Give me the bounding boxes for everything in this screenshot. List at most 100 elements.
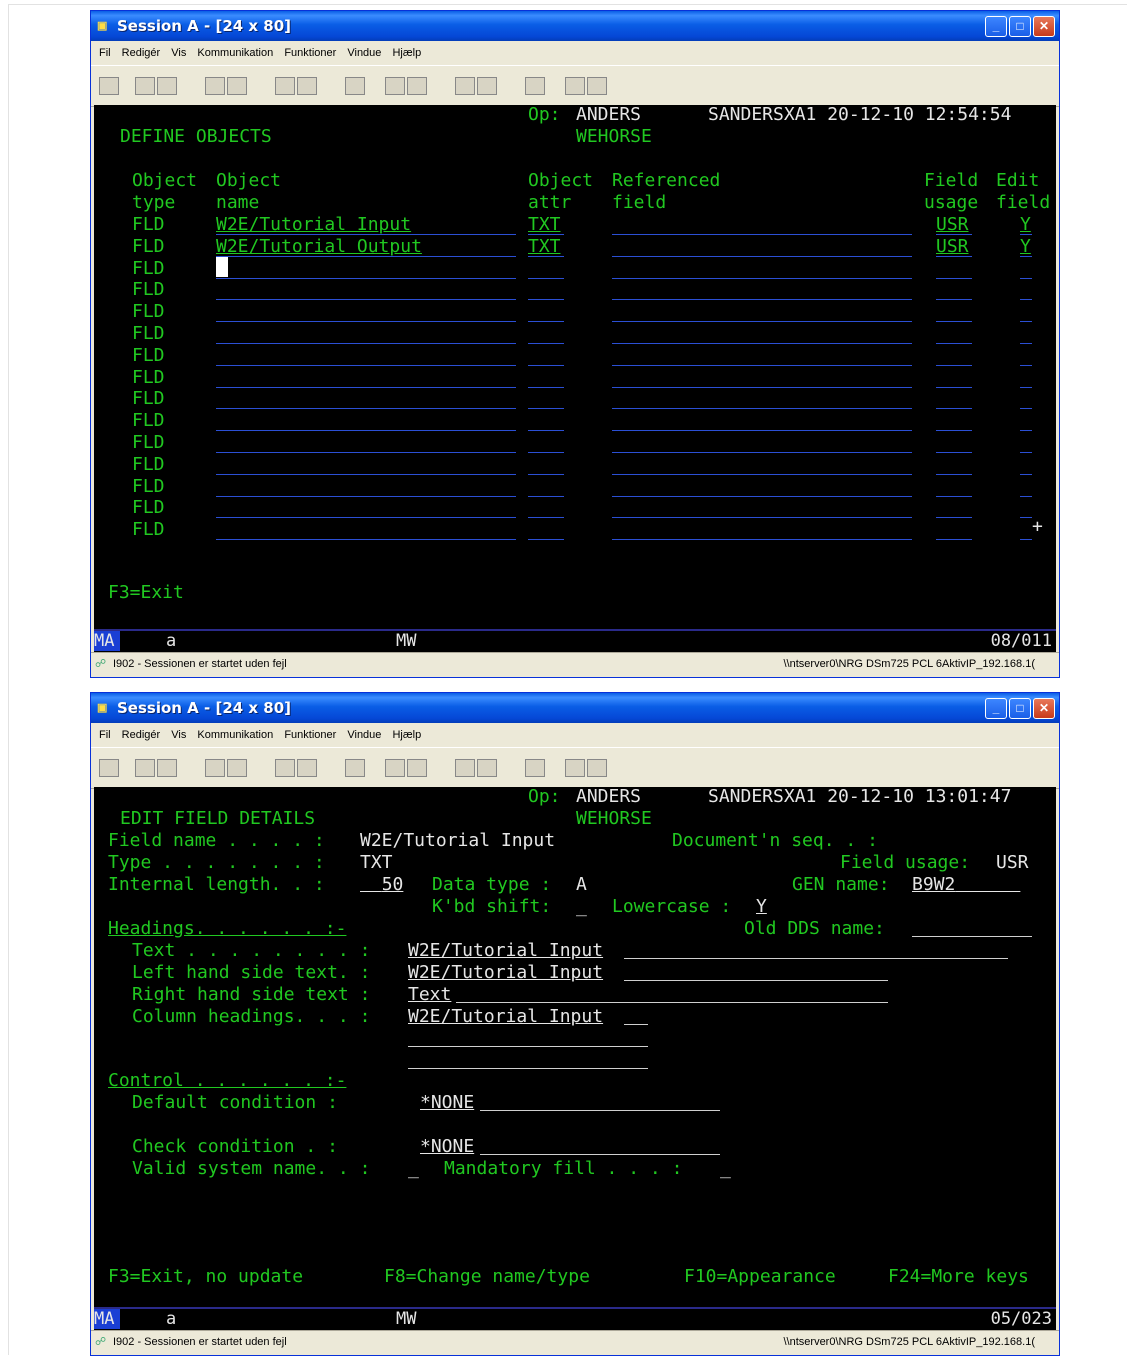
row-object-name-field[interactable]: W2E/Tutorial Output — [216, 237, 422, 257]
function-key-f3-exit[interactable]: F3=Exit, no update — [108, 1267, 303, 1287]
right-hand-side-field[interactable]: Text — [408, 985, 451, 1005]
function-key-f3-exit[interactable]: F3=Exit — [108, 583, 184, 603]
menu-help[interactable]: Hjælp — [392, 723, 421, 747]
kbd-shift-field[interactable]: _ — [576, 897, 587, 917]
row-edit-field[interactable]: Y — [1020, 237, 1031, 257]
row-referenced-field[interactable] — [612, 321, 912, 322]
receive-icon[interactable] — [227, 759, 247, 777]
menu-functions[interactable]: Funktioner — [284, 723, 336, 747]
copy-icon[interactable] — [135, 759, 155, 777]
row-referenced-field[interactable] — [612, 430, 912, 431]
send-icon[interactable] — [205, 759, 225, 777]
minimize-icon[interactable]: _ — [985, 698, 1007, 719]
row-referenced-field[interactable] — [612, 387, 912, 388]
globe-icon[interactable] — [565, 759, 585, 777]
default-condition-field[interactable]: *NONE — [420, 1093, 474, 1113]
globe-icon[interactable] — [565, 77, 585, 95]
print-screen-icon[interactable] — [99, 77, 119, 95]
menu-file[interactable]: Fil — [99, 41, 111, 65]
copy-icon[interactable] — [135, 77, 155, 95]
row-field-usage-field[interactable]: USR — [936, 215, 969, 235]
play-icon[interactable] — [407, 759, 427, 777]
macro-icon[interactable] — [345, 77, 365, 95]
menu-communication[interactable]: Kommunikation — [197, 41, 273, 65]
display-icon[interactable] — [275, 759, 295, 777]
paste-icon[interactable] — [157, 77, 177, 95]
row-referenced-field[interactable] — [612, 343, 912, 344]
row-object-attr-field[interactable]: TXT — [528, 215, 561, 235]
column-heading-2-field[interactable] — [408, 1046, 648, 1047]
paste-icon[interactable] — [157, 759, 177, 777]
menu-file[interactable]: Fil — [99, 723, 111, 747]
record-icon[interactable] — [385, 77, 405, 95]
keyboard-icon[interactable] — [297, 77, 317, 95]
macro-icon[interactable] — [345, 759, 365, 777]
row-usage-underline — [936, 365, 972, 366]
transfer-up-icon[interactable] — [455, 77, 475, 95]
close-icon[interactable]: ✕ — [1033, 16, 1055, 37]
row-referenced-field[interactable] — [612, 234, 912, 235]
check-condition-field[interactable]: *NONE — [420, 1137, 474, 1157]
mandatory-fill-field[interactable]: _ — [720, 1159, 731, 1179]
keyboard-icon[interactable] — [297, 759, 317, 777]
row-edit-field[interactable]: Y — [1020, 215, 1031, 235]
menu-edit[interactable]: Redigér — [122, 41, 161, 65]
session-status-icon: ☍ — [95, 1336, 107, 1348]
maximize-icon[interactable]: □ — [1009, 16, 1031, 37]
menu-edit[interactable]: Redigér — [122, 723, 161, 747]
transfer-up-icon[interactable] — [455, 759, 475, 777]
row-name-underline — [216, 474, 516, 475]
row-referenced-field[interactable] — [612, 474, 912, 475]
clipboard-icon[interactable] — [525, 77, 545, 95]
minimize-icon[interactable]: _ — [985, 16, 1007, 37]
title-bar[interactable]: ▣ Session A - [24 x 80] _ □ ✕ — [91, 11, 1059, 41]
menu-functions[interactable]: Funktioner — [284, 41, 336, 65]
row-referenced-field[interactable] — [612, 452, 912, 453]
internal-length-field[interactable]: 50 — [360, 875, 404, 895]
row-referenced-field[interactable] — [612, 299, 912, 300]
maximize-icon[interactable]: □ — [1009, 698, 1031, 719]
column-heading-1-field[interactable]: W2E/Tutorial Input — [408, 1007, 603, 1027]
transfer-down-icon[interactable] — [477, 759, 497, 777]
function-key-f8-change[interactable]: F8=Change name/type — [384, 1267, 590, 1287]
left-hand-side-field[interactable]: W2E/Tutorial Input — [408, 963, 603, 983]
function-key-f10-appearance[interactable]: F10=Appearance — [684, 1267, 836, 1287]
column-heading-3-field[interactable] — [408, 1068, 648, 1069]
clipboard-icon[interactable] — [525, 759, 545, 777]
row-referenced-field[interactable] — [612, 517, 912, 518]
menu-window[interactable]: Vindue — [347, 723, 381, 747]
function-key-f24-more[interactable]: F24=More keys — [888, 1267, 1029, 1287]
tag-icon[interactable] — [587, 759, 607, 777]
print-screen-icon[interactable] — [99, 759, 119, 777]
terminal-screen[interactable]: Op: ANDERS SANDERSXA1 20-12-10 13:01:47 … — [94, 787, 1056, 1307]
text-field[interactable]: W2E/Tutorial Input — [408, 941, 603, 961]
row-object-name-field[interactable]: W2E/Tutorial Input — [216, 215, 411, 235]
terminal-screen[interactable]: Op: ANDERS SANDERSXA1 20-12-10 12:54:54 … — [94, 105, 1056, 629]
play-icon[interactable] — [407, 77, 427, 95]
row-field-usage-field[interactable]: USR — [936, 237, 969, 257]
display-icon[interactable] — [275, 77, 295, 95]
close-icon[interactable]: ✕ — [1033, 698, 1055, 719]
menu-window[interactable]: Vindue — [347, 41, 381, 65]
lowercase-field[interactable]: Y — [756, 897, 767, 917]
title-bar[interactable]: ▣ Session A - [24 x 80] _ □ ✕ — [91, 693, 1059, 723]
menu-view[interactable]: Vis — [171, 41, 186, 65]
row-referenced-field[interactable] — [612, 365, 912, 366]
tag-icon[interactable] — [587, 77, 607, 95]
old-dds-name-field[interactable] — [912, 936, 1032, 937]
row-object-attr-field[interactable]: TXT — [528, 237, 561, 257]
send-icon[interactable] — [205, 77, 225, 95]
menu-view[interactable]: Vis — [171, 723, 186, 747]
row-referenced-field[interactable] — [612, 496, 912, 497]
valid-system-name-field[interactable]: _ — [408, 1159, 419, 1179]
menu-help[interactable]: Hjælp — [392, 41, 421, 65]
gen-name-field[interactable]: B9W2 — [912, 875, 1020, 895]
row-referenced-field[interactable] — [612, 256, 912, 257]
receive-icon[interactable] — [227, 77, 247, 95]
record-icon[interactable] — [385, 759, 405, 777]
row-referenced-field[interactable] — [612, 539, 912, 540]
menu-communication[interactable]: Kommunikation — [197, 723, 273, 747]
row-referenced-field[interactable] — [612, 408, 912, 409]
row-referenced-field[interactable] — [612, 278, 912, 279]
transfer-down-icon[interactable] — [477, 77, 497, 95]
